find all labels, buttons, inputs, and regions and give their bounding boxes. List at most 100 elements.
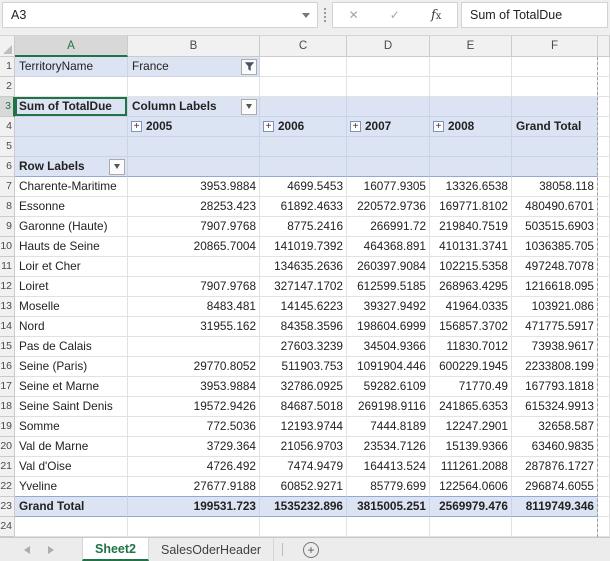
pivot-value-cell[interactable]: 34504.9366	[347, 337, 430, 357]
pivot-value-cell[interactable]: 102215.5358	[430, 257, 512, 277]
pivot-row-label[interactable]: Charente-Maritime	[15, 177, 128, 197]
pivot-header-cell[interactable]	[430, 137, 512, 157]
pivot-value-cell[interactable]: 27677.9188	[128, 477, 260, 497]
pivot-row-label[interactable]: Seine Saint Denis	[15, 397, 128, 417]
tab-salesoderheader[interactable]: SalesOderHeader	[149, 538, 275, 561]
pivot-value-cell[interactable]: 27603.3239	[260, 337, 347, 357]
pivot-row-label[interactable]: Yveline	[15, 477, 128, 497]
pivot-value-cell[interactable]: 84358.3596	[260, 317, 347, 337]
pivot-row-label[interactable]: Moselle	[15, 297, 128, 317]
pivot-row-label[interactable]: Essonne	[15, 197, 128, 217]
pivot-value-cell[interactable]	[128, 337, 260, 357]
row-header-18[interactable]: 18	[0, 397, 15, 417]
pivot-value-cell[interactable]: 61892.4633	[260, 197, 347, 217]
pivot-value-cell[interactable]: 7474.9479	[260, 457, 347, 477]
pivot-value-cell[interactable]: 4726.492	[128, 457, 260, 477]
year-header-cell[interactable]: +2007	[347, 117, 430, 137]
filter-applied-button[interactable]	[241, 58, 257, 75]
blank-cell[interactable]	[260, 57, 347, 77]
row-header-3[interactable]: 3	[0, 97, 15, 117]
pivot-value-cell[interactable]: 141019.7392	[260, 237, 347, 257]
partial-cell[interactable]	[598, 117, 610, 137]
pivot-value-cell[interactable]: 28253.423	[128, 197, 260, 217]
row-header-5[interactable]: 5	[0, 137, 15, 157]
pivot-value-cell[interactable]: 220572.9736	[347, 197, 430, 217]
year-header-cell[interactable]: +2006	[260, 117, 347, 137]
row-header-23[interactable]: 23	[0, 497, 15, 517]
expand-icon[interactable]: +	[433, 121, 444, 132]
pivot-row-label[interactable]: Loiret	[15, 277, 128, 297]
filter-field-cell[interactable]: TerritoryName	[15, 57, 128, 77]
pivot-header-cell[interactable]	[512, 137, 598, 157]
pivot-value-cell[interactable]: 85779.699	[347, 477, 430, 497]
blank-cell[interactable]	[15, 517, 128, 537]
pivot-header-cell[interactable]	[15, 137, 128, 157]
row-header-15[interactable]: 15	[0, 337, 15, 357]
pivot-value-cell[interactable]: 268963.4295	[430, 277, 512, 297]
partial-cell[interactable]	[598, 97, 610, 117]
blank-cell[interactable]	[347, 77, 430, 97]
pivot-header-cell[interactable]	[347, 137, 430, 157]
pivot-value-cell[interactable]: 32658.587	[512, 417, 598, 437]
pivot-header-cell[interactable]	[430, 97, 512, 117]
blank-cell[interactable]	[15, 77, 128, 97]
row-header-17[interactable]: 17	[0, 377, 15, 397]
column-labels-dropdown[interactable]	[241, 98, 257, 115]
pivot-row-label[interactable]: Seine (Paris)	[15, 357, 128, 377]
pivot-value-cell[interactable]: 2233808.199	[512, 357, 598, 377]
partial-cell[interactable]	[598, 497, 610, 517]
pivot-row-label[interactable]: Loir et Cher	[15, 257, 128, 277]
pivot-value-cell[interactable]: 59282.6109	[347, 377, 430, 397]
pivot-value-cell[interactable]: 1091904.446	[347, 357, 430, 377]
pivot-value-cell[interactable]: 167793.1818	[512, 377, 598, 397]
row-header-10[interactable]: 10	[0, 237, 15, 257]
pivot-value-cell[interactable]: 31955.162	[128, 317, 260, 337]
filter-value-cell[interactable]: France	[128, 57, 260, 77]
blank-cell[interactable]	[430, 517, 512, 537]
blank-cell[interactable]	[260, 517, 347, 537]
partial-cell[interactable]	[598, 277, 610, 297]
partial-cell[interactable]	[598, 217, 610, 237]
pivot-value-cell[interactable]: 198604.6999	[347, 317, 430, 337]
pivot-header-cell[interactable]	[128, 137, 260, 157]
pivot-value-cell[interactable]: 7907.9768	[128, 217, 260, 237]
pivot-value-cell[interactable]: 497248.7078	[512, 257, 598, 277]
row-header-12[interactable]: 12	[0, 277, 15, 297]
pivot-value-cell[interactable]: 21056.9703	[260, 437, 347, 457]
partial-cell[interactable]	[598, 337, 610, 357]
pivot-value-cell[interactable]	[128, 257, 260, 277]
pivot-header-cell[interactable]	[15, 117, 128, 137]
row-header-21[interactable]: 21	[0, 457, 15, 477]
pivot-row-label[interactable]: Garonne (Haute)	[15, 217, 128, 237]
insert-function-icon[interactable]: fx	[431, 8, 441, 23]
pivot-value-cell[interactable]: 3953.9884	[128, 177, 260, 197]
pivot-value-cell[interactable]: 296874.6055	[512, 477, 598, 497]
pivot-value-cell[interactable]: 13326.6538	[430, 177, 512, 197]
pivot-value-cell[interactable]: 11830.7012	[430, 337, 512, 357]
pivot-value-cell[interactable]: 63460.9835	[512, 437, 598, 457]
row-header-4[interactable]: 4	[0, 117, 15, 137]
pivot-value-cell[interactable]: 20865.7004	[128, 237, 260, 257]
pivot-value-cell[interactable]: 600229.1945	[430, 357, 512, 377]
blank-cell[interactable]	[430, 57, 512, 77]
pivot-value-cell[interactable]: 260397.9084	[347, 257, 430, 277]
pivot-value-cell[interactable]: 266991.72	[347, 217, 430, 237]
blank-cell[interactable]	[128, 77, 260, 97]
pivot-value-cell[interactable]: 71770.49	[430, 377, 512, 397]
pivot-value-cell[interactable]: 503515.6903	[512, 217, 598, 237]
pivot-header-cell[interactable]	[512, 157, 598, 177]
pivot-value-cell[interactable]: 12247.2901	[430, 417, 512, 437]
row-header-14[interactable]: 14	[0, 317, 15, 337]
pivot-value-cell[interactable]: 480490.6701	[512, 197, 598, 217]
grand-total-header-cell[interactable]: Grand Total	[512, 117, 598, 137]
pivot-value-cell[interactable]: 38058.118	[512, 177, 598, 197]
pivot-value-cell[interactable]: 615324.9913	[512, 397, 598, 417]
partial-cell[interactable]	[598, 177, 610, 197]
pivot-value-cell[interactable]: 219840.7519	[430, 217, 512, 237]
row-header-7[interactable]: 7	[0, 177, 15, 197]
blank-cell[interactable]	[260, 77, 347, 97]
pivot-value-cell[interactable]: 772.5036	[128, 417, 260, 437]
grand-total-value-cell[interactable]: 199531.723	[128, 497, 260, 517]
pivot-value-cell[interactable]: 14145.6223	[260, 297, 347, 317]
partial-cell[interactable]	[598, 377, 610, 397]
